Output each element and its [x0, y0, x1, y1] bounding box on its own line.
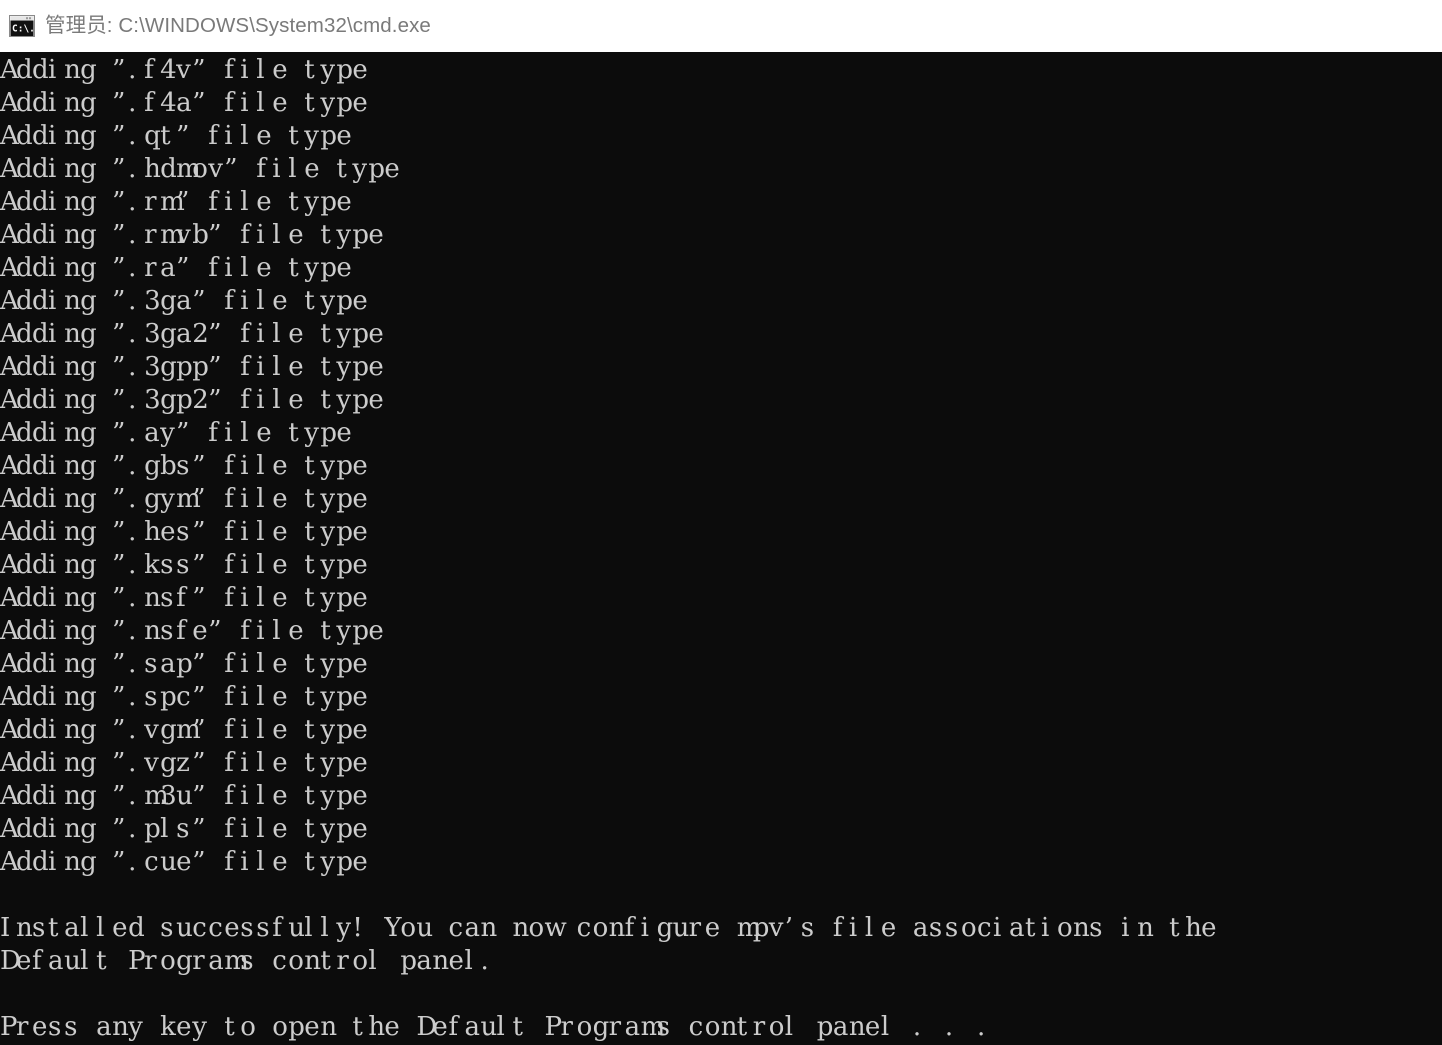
console-line: Addi ng ”. 3ga” file t ype [0, 286, 368, 316]
cmd-console-icon: C:\. [9, 15, 35, 37]
console-line: Addi ng ”. 3gpp” file t ype [0, 352, 384, 382]
console-line: Ins t al l ed s ucces s f ul l y! You can now conf… [0, 913, 1217, 943]
console-line: Addi ng ”. ns f” file t ype [0, 583, 368, 613]
titlebar[interactable]: C:\. 管理员: C:\WINDOWS\System32\cmd.exe [0, 0, 1442, 52]
console-line: Addi ng ”. f 4a” file t ype [0, 88, 368, 118]
console-line: Addi ng ”. r a” file t ype [0, 253, 352, 283]
console-line: Addi ng ”. cue” file t ype [0, 847, 368, 877]
console-line: Addi ng ”. vgz” file t ype [0, 748, 368, 778]
console-line: Addi ng ”. ns f e” file t ype [0, 616, 384, 646]
console-line: Addi ng ”. r mvb” file t ype [0, 220, 384, 250]
console-line: Addi ng ”. hes” file t ype [0, 517, 368, 547]
console-line: Addi ng ”. m3u” file t ype [0, 781, 368, 811]
console-line: Addi ng ”. ay” file t ype [0, 418, 352, 448]
console-line: Addi ng ”. 3gp2” file t ype [0, 385, 384, 415]
console-line: Addi ng ”. r m” file t ype [0, 187, 352, 217]
console-line: Addi ng ”. f 4v” file t ype [0, 55, 368, 85]
console-line: Addi ng ”. s pc” file t ype [0, 682, 368, 712]
console-line: Addi ng ”. gbs” file t ype [0, 451, 368, 481]
console-line: Addi ng ”. 3ga2” file t ype [0, 319, 384, 349]
console-line: Addi ng ”. ks s” file t ype [0, 550, 368, 580]
console-line: Addi ng ”. qt” file t ype [0, 121, 352, 151]
console-output-area[interactable]: Addi ng ”. f 4v” file t ype Addi ng ”. f 4a” fil… [0, 52, 1442, 1045]
console-line-list: Addi ng ”. f 4v” file t ype Addi ng ”. f 4a” fil… [0, 52, 1442, 1044]
console-line: Addi ng ”. hdmov” file t ype [0, 154, 400, 184]
cmd-console-window: C:\. 管理员: C:\WINDOWS\System32\cmd.exe Ad… [0, 0, 1442, 1045]
console-line: Addi ng ”. pl s” file t ype [0, 814, 368, 844]
svg-text:C:\.: C:\. [12, 24, 35, 35]
window-title: 管理员: C:\WINDOWS\System32\cmd.exe [45, 13, 431, 37]
console-line: Addi ng ”. gym” file t ype [0, 484, 368, 514]
console-line: Addi ng ”. vgm” file t ype [0, 715, 368, 745]
console-line: Addi ng ”. s ap” file t ype [0, 649, 368, 679]
console-line: Def aul t Pr ogr ams cont r ol panel. [0, 946, 489, 976]
console-line: Pr es s any key to open t he Def aul t Pr ogr a… [0, 1012, 986, 1042]
